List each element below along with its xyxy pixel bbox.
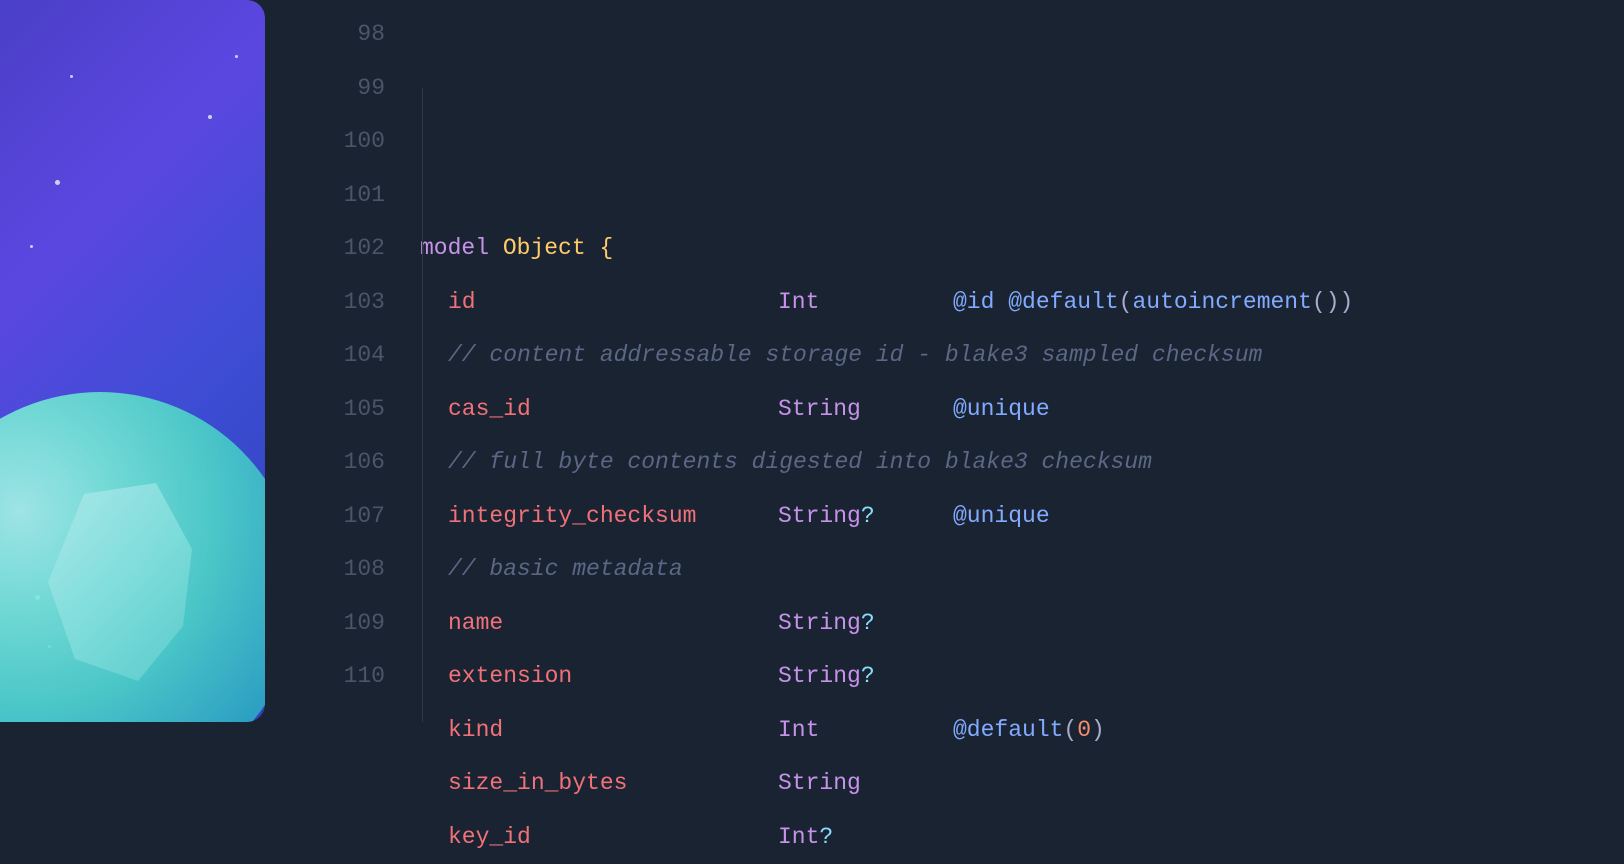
code-line[interactable]: cas_id String @unique bbox=[420, 383, 1624, 437]
keyword-model: model bbox=[420, 235, 489, 261]
brace-open: { bbox=[599, 235, 613, 261]
optional-marker: ? bbox=[861, 663, 875, 689]
line-number: 109 bbox=[265, 597, 385, 651]
type-name: String bbox=[778, 663, 861, 689]
line-number: 101 bbox=[265, 169, 385, 223]
attribute-default: @default bbox=[1008, 289, 1118, 315]
class-name: Object bbox=[503, 235, 586, 261]
type-name: Int bbox=[778, 717, 819, 743]
field-name: extension bbox=[448, 663, 572, 689]
code-line[interactable]: size_in_bytes String bbox=[420, 757, 1624, 811]
field-name: cas_id bbox=[448, 396, 531, 422]
line-number: 110 bbox=[265, 650, 385, 704]
field-name: key_id bbox=[448, 824, 531, 850]
field-name: size_in_bytes bbox=[448, 770, 627, 796]
line-number-gutter: 9899100101102103104105106107108109110 bbox=[265, 8, 420, 722]
optional-marker: ? bbox=[861, 610, 875, 636]
attribute-unique: @unique bbox=[953, 396, 1050, 422]
line-number: 104 bbox=[265, 329, 385, 383]
line-number: 102 bbox=[265, 222, 385, 276]
code-content[interactable]: model Object {idInt@id @default(autoincr… bbox=[420, 8, 1624, 722]
optional-marker: ? bbox=[861, 503, 875, 529]
code-line[interactable]: // full byte contents digested into blak… bbox=[420, 436, 1624, 490]
star-decoration bbox=[70, 75, 73, 78]
line-number: 99 bbox=[265, 62, 385, 116]
code-editor[interactable]: 9899100101102103104105106107108109110 mo… bbox=[265, 0, 1624, 722]
star-decoration bbox=[55, 180, 60, 185]
line-number: 106 bbox=[265, 436, 385, 490]
line-number: 100 bbox=[265, 115, 385, 169]
type-name: Int bbox=[778, 824, 819, 850]
field-name: id bbox=[448, 289, 476, 315]
code-line[interactable]: model Object { bbox=[420, 222, 1624, 276]
planet-decoration bbox=[0, 392, 265, 722]
number-literal: 0 bbox=[1077, 717, 1091, 743]
attribute-default: @default bbox=[953, 717, 1063, 743]
code-line[interactable]: name String? bbox=[420, 597, 1624, 651]
attribute-unique: @unique bbox=[953, 503, 1050, 529]
code-line[interactable]: kindInt@default(0) bbox=[420, 704, 1624, 758]
optional-marker: ? bbox=[819, 824, 833, 850]
type-name: String bbox=[778, 503, 861, 529]
desktop-wallpaper bbox=[0, 0, 265, 722]
comment: // basic metadata bbox=[448, 556, 683, 582]
code-line[interactable]: // basic metadata bbox=[420, 543, 1624, 597]
code-line[interactable]: // content addressable storage id - blak… bbox=[420, 329, 1624, 383]
field-name: kind bbox=[448, 717, 503, 743]
indent-guide bbox=[422, 88, 423, 722]
field-name: integrity_checksum bbox=[448, 503, 696, 529]
type-name: String bbox=[778, 770, 861, 796]
comment: // full byte contents digested into blak… bbox=[448, 449, 1152, 475]
function-autoincrement: autoincrement bbox=[1132, 289, 1311, 315]
type-name: Int bbox=[778, 289, 819, 315]
code-line[interactable]: extension String? bbox=[420, 650, 1624, 704]
star-decoration bbox=[235, 55, 238, 58]
type-name: String bbox=[778, 396, 861, 422]
line-number: 105 bbox=[265, 383, 385, 437]
code-line[interactable] bbox=[420, 169, 1624, 223]
code-line[interactable]: key_id Int? bbox=[420, 811, 1624, 864]
comment: // content addressable storage id - blak… bbox=[448, 342, 1262, 368]
code-line[interactable]: idInt@id @default(autoincrement()) bbox=[420, 276, 1624, 330]
star-decoration bbox=[30, 245, 33, 248]
line-number: 108 bbox=[265, 543, 385, 597]
field-name: name bbox=[448, 610, 503, 636]
type-name: String bbox=[778, 610, 861, 636]
attribute-id: @id bbox=[953, 289, 994, 315]
star-decoration bbox=[208, 115, 212, 119]
line-number: 103 bbox=[265, 276, 385, 330]
code-line[interactable]: integrity_checksum String? @unique bbox=[420, 490, 1624, 544]
line-number: 107 bbox=[265, 490, 385, 544]
line-number: 98 bbox=[265, 8, 385, 62]
